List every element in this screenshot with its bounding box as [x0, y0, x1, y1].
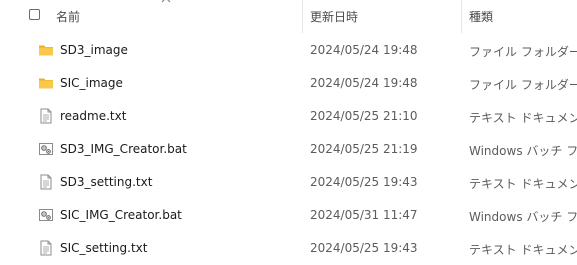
column-separator[interactable]	[461, 0, 462, 33]
file-type: テキスト ドキュメント	[469, 111, 577, 125]
file-name[interactable]: SD3_IMG_Creator.bat	[60, 142, 187, 156]
batch-file-icon	[38, 207, 54, 223]
file-modified-date: 2024/05/24 19:48	[310, 76, 418, 90]
sort-ascending-icon	[161, 0, 171, 3]
file-name[interactable]: SIC_setting.txt	[60, 241, 147, 255]
file-row[interactable]: SIC_IMG_Creator.bat 2024/05/31 11:47 Windo…	[0, 199, 577, 232]
file-row[interactable]: SD3_setting.txt 2024/05/25 19:43 テキスト ドキュメ…	[0, 166, 577, 199]
file-name[interactable]: SD3_setting.txt	[60, 175, 152, 189]
column-header-type[interactable]: 種類	[469, 8, 493, 25]
file-name[interactable]: SIC_IMG_Creator.bat	[60, 208, 182, 222]
folder-icon	[38, 42, 54, 58]
select-all-checkbox[interactable]	[29, 9, 40, 20]
file-modified-date: 2024/05/24 19:48	[310, 43, 418, 57]
file-row[interactable]: SIC_image 2024/05/24 19:48 ファイル フォルダー	[0, 67, 577, 100]
file-name[interactable]: readme.txt	[60, 109, 126, 123]
file-row[interactable]: SD3_image 2024/05/24 19:48 ファイル フォルダー	[0, 34, 577, 67]
file-modified-date: 2024/05/25 19:43	[310, 175, 418, 189]
column-header-date[interactable]: 更新日時	[310, 8, 358, 25]
text-document-icon	[38, 174, 54, 190]
column-header: 名前 更新日時 種類	[0, 0, 577, 33]
file-modified-date: 2024/05/25 21:10	[310, 109, 418, 123]
text-document-icon	[38, 240, 54, 256]
file-type: ファイル フォルダー	[469, 78, 577, 92]
column-header-name[interactable]: 名前	[56, 8, 80, 25]
file-row[interactable]: readme.txt 2024/05/25 21:10 テキスト ドキュメント	[0, 100, 577, 133]
file-modified-date: 2024/05/31 11:47	[310, 208, 418, 222]
text-document-icon	[38, 108, 54, 124]
folder-icon	[38, 75, 54, 91]
file-type: Windows バッチ ファ	[469, 210, 577, 224]
file-type: Windows バッチ ファ	[469, 144, 577, 158]
file-type: テキスト ドキュメント	[469, 243, 577, 257]
batch-file-icon	[38, 141, 54, 157]
file-type: テキスト ドキュメント	[469, 177, 577, 191]
file-type: ファイル フォルダー	[469, 45, 577, 59]
file-row[interactable]: SIC_setting.txt 2024/05/25 19:43 テキスト ドキュメ…	[0, 232, 577, 265]
file-name[interactable]: SIC_image	[60, 76, 123, 90]
file-row[interactable]: SD3_IMG_Creator.bat 2024/05/25 21:19 Windo…	[0, 133, 577, 166]
file-modified-date: 2024/05/25 19:43	[310, 241, 418, 255]
file-modified-date: 2024/05/25 21:19	[310, 142, 418, 156]
file-name[interactable]: SD3_image	[60, 43, 128, 57]
column-separator[interactable]	[302, 0, 303, 33]
